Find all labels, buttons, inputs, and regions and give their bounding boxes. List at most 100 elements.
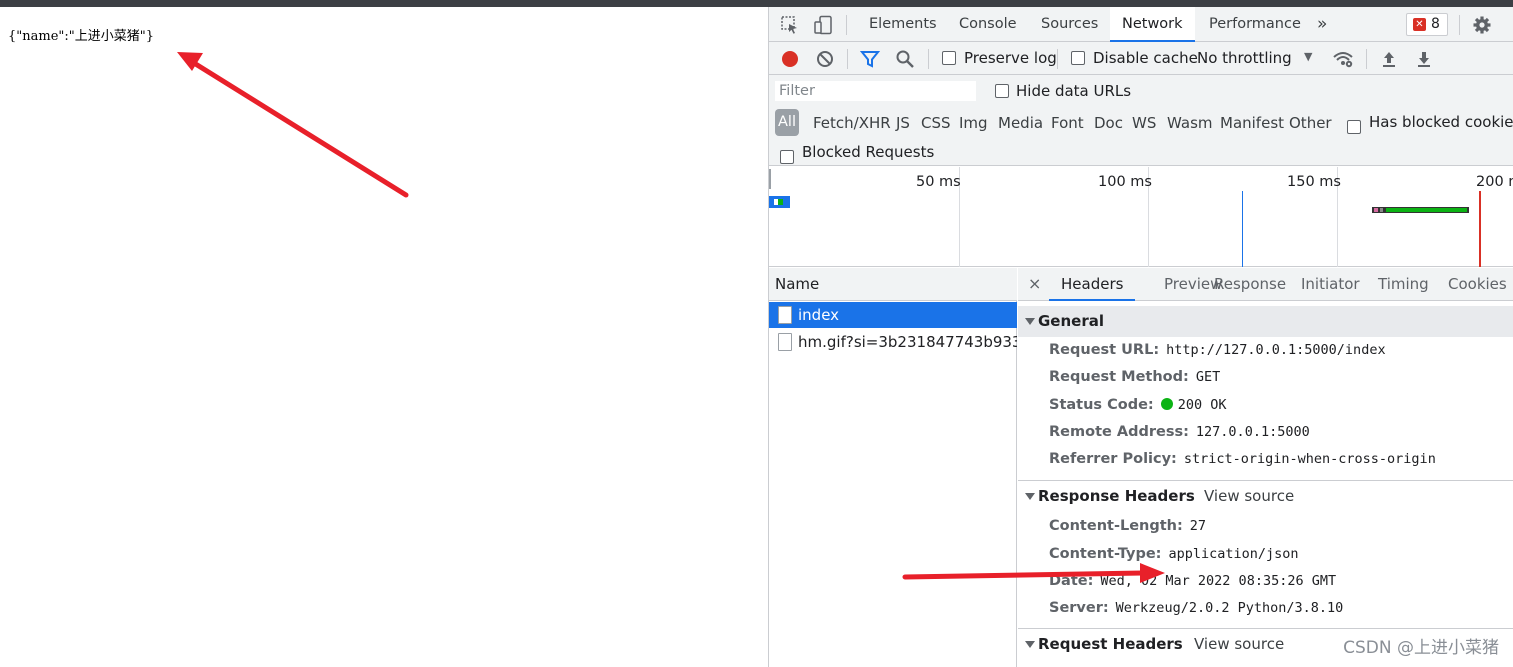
timeline-tick-label: 100 ms [1098, 174, 1152, 190]
timeline-tick-label: 200 m [1476, 174, 1513, 190]
triangle-down-icon [1025, 493, 1035, 500]
timeline-start-marker [769, 169, 771, 189]
name-column-header[interactable]: Name [769, 268, 1017, 301]
view-source-link[interactable]: View source [1204, 481, 1294, 512]
blocked-requests-checkbox[interactable] [780, 150, 794, 164]
tab-initiator[interactable]: Initiator [1301, 268, 1360, 301]
tab-console[interactable]: Console [947, 7, 1029, 42]
type-filter-js[interactable]: JS [896, 114, 910, 132]
error-icon: ✕ [1413, 18, 1426, 31]
type-filter-other[interactable]: Other [1289, 114, 1332, 132]
has-blocked-cookies-label: Has blocked cookies [1369, 113, 1513, 131]
divider [1057, 49, 1058, 69]
request-name: hm.gif?si=3b231847743b9335... [798, 333, 1017, 351]
hide-data-urls-label: Hide data URLs [1016, 82, 1132, 100]
divider [1459, 15, 1460, 35]
disable-cache-label: Disable cache [1093, 49, 1198, 67]
type-filter-css[interactable]: CSS [921, 114, 951, 132]
filter-icon[interactable] [859, 49, 881, 69]
general-section-header[interactable]: General [1018, 306, 1513, 337]
tab-timing[interactable]: Timing [1378, 268, 1429, 301]
preserve-log-checkbox[interactable] [942, 51, 956, 65]
triangle-down-icon [1025, 641, 1035, 648]
status-code-row: Status Code: 200 OK [1049, 397, 1227, 413]
request-name: index [798, 306, 840, 324]
settings-gear-icon[interactable] [1472, 15, 1492, 35]
referrer-policy-row: Referrer Policy: strict-origin-when-cross… [1049, 451, 1436, 467]
server-row: Server: Werkzeug/2.0.2 Python/3.8.10 [1049, 600, 1344, 616]
import-har-icon[interactable] [1379, 49, 1399, 69]
request-bar-index [769, 196, 790, 208]
document-icon [778, 333, 792, 351]
section-title: Request Headers [1038, 635, 1183, 653]
triangle-down-icon [1025, 318, 1035, 325]
type-filter-doc[interactable]: Doc [1094, 114, 1123, 132]
tab-network[interactable]: Network [1110, 7, 1195, 42]
hide-data-urls-checkbox[interactable] [995, 84, 1009, 98]
detail-tab-strip: × Headers Preview Response Initiator Tim… [1018, 268, 1513, 301]
filter-input[interactable]: Filter [774, 80, 977, 102]
json-response-text: {"name":"上进小菜猪"} [8, 29, 154, 44]
type-filter-media[interactable]: Media [998, 114, 1043, 132]
throttling-select[interactable]: No throttling [1197, 49, 1292, 67]
type-filter-fetch-xhr[interactable]: Fetch/XHR [813, 114, 891, 132]
inspect-element-icon[interactable] [780, 15, 800, 35]
document-icon [778, 306, 792, 324]
record-icon[interactable] [780, 49, 800, 69]
more-tabs-button[interactable]: » [1305, 7, 1339, 42]
section-title: Response Headers [1038, 487, 1195, 505]
has-blocked-cookies-checkbox[interactable] [1347, 120, 1361, 134]
status-ok-icon [1160, 398, 1173, 410]
export-har-icon[interactable] [1414, 49, 1434, 69]
preserve-log-label: Preserve log [964, 49, 1057, 67]
blocked-requests-label: Blocked Requests [802, 143, 935, 161]
devtools-panel: Elements Console Sources Network Perform… [768, 7, 1513, 667]
type-filter-font[interactable]: Font [1051, 114, 1084, 132]
network-toolbar: Preserve log Disable cache No throttling… [769, 42, 1513, 75]
request-bar-hm-gif [1372, 207, 1469, 213]
divider [846, 15, 847, 35]
error-count: 8 [1431, 16, 1440, 32]
type-filter-manifest[interactable]: Manifest [1220, 114, 1284, 132]
remote-address-row: Remote Address: 127.0.0.1:5000 [1049, 424, 1310, 440]
tab-cookies[interactable]: Cookies [1448, 268, 1507, 301]
clear-icon[interactable] [815, 49, 835, 69]
tab-performance[interactable]: Performance [1197, 7, 1313, 42]
watermark: CSDN @上进小菜猪 [1343, 638, 1499, 658]
divider [928, 49, 929, 69]
divider [1366, 49, 1367, 69]
tab-elements[interactable]: Elements [857, 7, 949, 42]
tab-response[interactable]: Response [1214, 268, 1286, 301]
request-row-hm-gif[interactable]: hm.gif?si=3b231847743b9335... [769, 329, 1017, 355]
close-icon[interactable]: × [1028, 268, 1041, 299]
date-row: Date: Wed, 02 Mar 2022 08:35:26 GMT [1049, 573, 1337, 589]
timeline-tick-label: 150 ms [1287, 174, 1341, 190]
filter-bar: Filter Hide data URLs All Fetch/XHR JS C… [769, 75, 1513, 166]
view-source-link[interactable]: View source [1194, 629, 1284, 660]
type-filter-all[interactable]: All [775, 109, 799, 136]
search-icon[interactable] [895, 49, 915, 69]
request-row-index[interactable]: index [769, 302, 1017, 328]
type-filter-wasm[interactable]: Wasm [1167, 114, 1213, 132]
divider [847, 49, 848, 69]
type-filter-img[interactable]: Img [959, 114, 988, 132]
load-event-line [1479, 191, 1481, 267]
error-count-badge[interactable]: ✕ 8 [1406, 13, 1448, 36]
content-type-row: Content-Type: application/json [1049, 546, 1299, 562]
browser-top-bar [0, 0, 1513, 7]
content-length-row: Content-Length: 27 [1049, 518, 1207, 534]
network-conditions-icon[interactable] [1332, 49, 1353, 69]
request-detail-pane: × Headers Preview Response Initiator Tim… [1018, 268, 1513, 667]
type-filter-ws[interactable]: WS [1132, 114, 1156, 132]
device-toolbar-icon[interactable] [813, 15, 833, 35]
tab-headers[interactable]: Headers [1049, 268, 1136, 301]
timeline-overview[interactable]: 50 ms 100 ms 150 ms 200 m [769, 167, 1513, 267]
dom-content-loaded-line [1242, 191, 1243, 267]
timeline-tick-label: 50 ms [916, 174, 961, 190]
response-headers-section-header[interactable]: Response Headers View source [1018, 481, 1513, 512]
disable-cache-checkbox[interactable] [1071, 51, 1085, 65]
request-list: Name index hm.gif?si=3b231847743b9335... [769, 268, 1017, 667]
tab-sources[interactable]: Sources [1029, 7, 1110, 42]
request-url-row: Request URL: http://127.0.0.1:5000/index [1049, 342, 1386, 358]
chevron-down-icon[interactable]: ▼ [1304, 50, 1312, 63]
